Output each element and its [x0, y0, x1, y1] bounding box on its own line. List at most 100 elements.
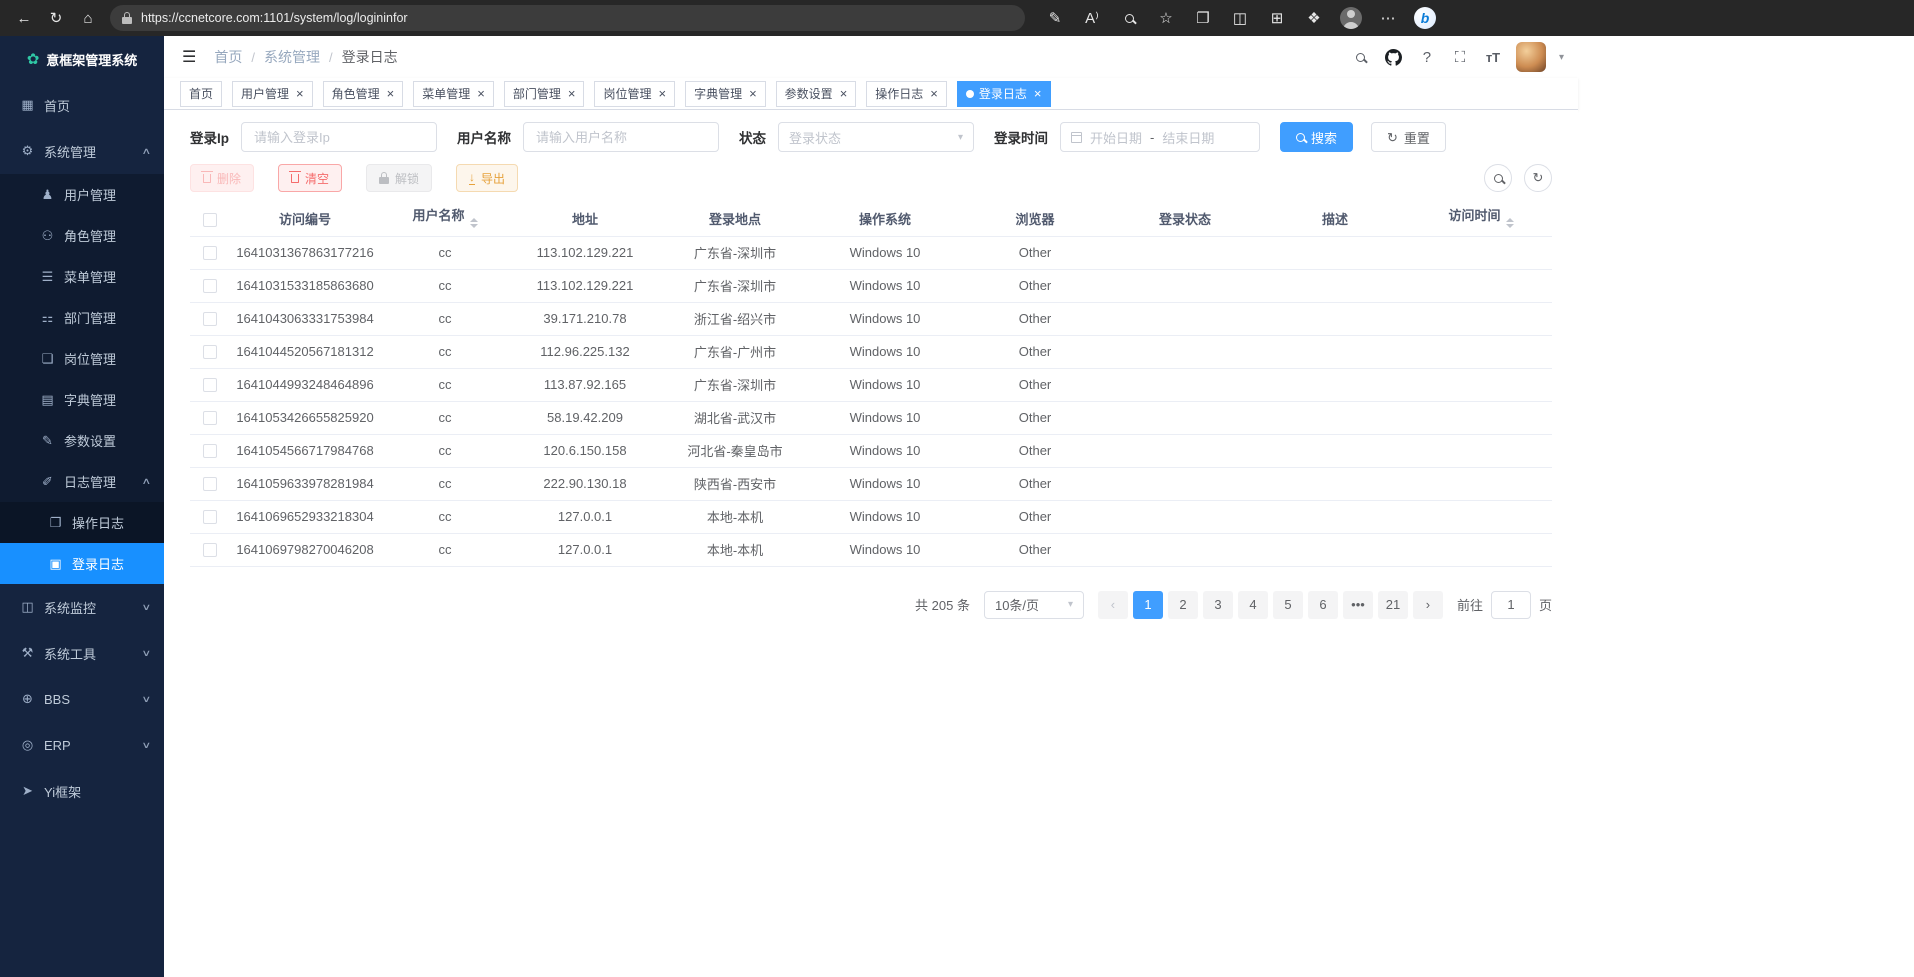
sidebar-item-erp[interactable]: ◎ ERP ∨ — [0, 722, 164, 768]
row-checkbox[interactable] — [203, 510, 217, 524]
tab-dictionary-management[interactable]: 字典管理× — [685, 81, 766, 107]
sidebar-item-departments[interactable]: ⚏ 部门管理 — [0, 297, 164, 338]
back-button[interactable]: ← — [8, 3, 40, 33]
sidebar-item-roles[interactable]: ⚇ 角色管理 — [0, 215, 164, 256]
close-icon[interactable]: × — [1034, 87, 1042, 100]
user-name-input[interactable] — [523, 122, 719, 152]
login-ip-input[interactable] — [241, 122, 437, 152]
page-button-2[interactable]: 2 — [1168, 591, 1198, 619]
table-row[interactable]: 1641053426655825920 cc 58.19.42.209 湖北省-… — [190, 401, 1552, 434]
tab-home[interactable]: 首页 — [180, 81, 222, 107]
table-row[interactable]: 1641043063331753984 cc 39.171.210.78 浙江省… — [190, 302, 1552, 335]
row-checkbox[interactable] — [203, 312, 217, 326]
font-size-icon[interactable]: тT — [1483, 46, 1503, 68]
login-time-range-picker[interactable]: 开始日期 - 结束日期 — [1060, 122, 1260, 152]
more-pages-button[interactable]: ••• — [1343, 591, 1373, 619]
favorites-bar-button[interactable]: ⊞ — [1261, 3, 1293, 33]
sidebar-item-tools[interactable]: ⚒ 系统工具 ∨ — [0, 630, 164, 676]
page-size-select[interactable]: 10条/页 ▾ — [984, 591, 1084, 619]
extensions-button[interactable]: ❖ — [1298, 3, 1330, 33]
row-checkbox[interactable] — [203, 444, 217, 458]
sidebar-item-system[interactable]: ⚙ 系统管理 ∧ — [0, 128, 164, 174]
address-bar[interactable]: https://ccnetcore.com:1101/system/log/lo… — [110, 5, 1025, 31]
sidebar-item-users[interactable]: ♟ 用户管理 — [0, 174, 164, 215]
sort-icon[interactable] — [1506, 214, 1514, 232]
close-icon[interactable]: × — [749, 87, 757, 100]
unlock-button[interactable]: 解锁 — [366, 164, 432, 192]
table-row[interactable]: 1641031367863177216 cc 113.102.129.221 广… — [190, 236, 1552, 269]
copilot-icon[interactable]: b — [1414, 7, 1436, 29]
sidebar-item-home[interactable]: ▦ 首页 — [0, 82, 164, 128]
sidebar-item-bbs[interactable]: ⊕ BBS ∨ — [0, 676, 164, 722]
help-icon[interactable]: ? — [1417, 46, 1437, 68]
breadcrumb-home[interactable]: 首页 — [214, 47, 242, 67]
tab-operation-log[interactable]: 操作日志× — [866, 81, 947, 107]
sidebar-item-yi-framework[interactable]: ➤ Yi框架 — [0, 768, 164, 814]
reset-button[interactable]: ↻ 重置 — [1371, 122, 1446, 152]
sidebar-item-operation-log[interactable]: ❐ 操作日志 — [0, 502, 164, 543]
row-checkbox[interactable] — [203, 345, 217, 359]
zoom-button[interactable] — [1113, 3, 1145, 33]
table-row[interactable]: 1641054566717984768 cc 120.6.150.158 河北省… — [190, 434, 1552, 467]
row-checkbox[interactable] — [203, 477, 217, 491]
tab-department-management[interactable]: 部门管理× — [504, 81, 585, 107]
browser-menu-button[interactable]: ⋯ — [1372, 3, 1404, 33]
prev-page-button[interactable]: ‹ — [1098, 591, 1128, 619]
row-checkbox[interactable] — [203, 543, 217, 557]
github-icon[interactable] — [1384, 46, 1404, 68]
close-icon[interactable]: × — [568, 87, 576, 100]
hamburger-icon[interactable]: ☰ — [178, 47, 200, 67]
sidebar-item-posts[interactable]: ❏ 岗位管理 — [0, 338, 164, 379]
sidebar-item-monitor[interactable]: ◫ 系统监控 ∨ — [0, 584, 164, 630]
page-button-last[interactable]: 21 — [1378, 591, 1408, 619]
sidebar-item-log-management[interactable]: ✐ 日志管理 ∧ — [0, 461, 164, 502]
close-icon[interactable]: × — [296, 87, 304, 100]
page-button-6[interactable]: 6 — [1308, 591, 1338, 619]
clear-button[interactable]: 清空 — [278, 164, 342, 192]
table-row[interactable]: 1641044993248464896 cc 113.87.92.165 广东省… — [190, 368, 1552, 401]
browser-profile-avatar[interactable] — [1340, 7, 1362, 29]
page-button-5[interactable]: 5 — [1273, 591, 1303, 619]
sidebar-item-menus[interactable]: ☰ 菜单管理 — [0, 256, 164, 297]
column-user-name[interactable]: 用户名称 — [380, 202, 510, 236]
sidebar-item-parameters[interactable]: ✎ 参数设置 — [0, 420, 164, 461]
status-select[interactable]: 登录状态 ▾ — [778, 122, 974, 152]
close-icon[interactable]: × — [930, 87, 938, 100]
tab-menu-management[interactable]: 菜单管理× — [413, 81, 494, 107]
sort-icon[interactable] — [470, 214, 478, 232]
table-row[interactable]: 1641069798270046208 cc 127.0.0.1 本地-本机 W… — [190, 533, 1552, 566]
row-checkbox[interactable] — [203, 279, 217, 293]
close-icon[interactable]: × — [477, 87, 485, 100]
close-icon[interactable]: × — [658, 87, 666, 100]
collections-button[interactable]: ❐ — [1187, 3, 1219, 33]
show-search-button[interactable] — [1484, 164, 1512, 192]
tab-parameter-settings[interactable]: 参数设置× — [776, 81, 857, 107]
table-row[interactable]: 1641031533185863680 cc 113.102.129.221 广… — [190, 269, 1552, 302]
sidebar-item-dictionary[interactable]: ▤ 字典管理 — [0, 379, 164, 420]
export-button[interactable]: ↓ 导出 — [456, 164, 518, 192]
row-checkbox[interactable] — [203, 411, 217, 425]
delete-button[interactable]: 删除 — [190, 164, 254, 192]
page-button-3[interactable]: 3 — [1203, 591, 1233, 619]
tab-role-management[interactable]: 角色管理× — [323, 81, 404, 107]
browser-home-button[interactable]: ⌂ — [72, 3, 104, 33]
tab-post-management[interactable]: 岗位管理× — [594, 81, 675, 107]
favorites-button[interactable]: ☆ — [1150, 3, 1182, 33]
page-button-1[interactable]: 1 — [1133, 591, 1163, 619]
close-icon[interactable]: × — [840, 87, 848, 100]
reload-button[interactable]: ↻ — [40, 3, 72, 33]
column-visit-time[interactable]: 访问时间 — [1410, 202, 1552, 236]
row-checkbox[interactable] — [203, 246, 217, 260]
table-row[interactable]: 1641059633978281984 cc 222.90.130.18 陕西省… — [190, 467, 1552, 500]
select-all-checkbox[interactable] — [203, 213, 217, 227]
row-checkbox[interactable] — [203, 378, 217, 392]
close-icon[interactable]: × — [387, 87, 395, 100]
tab-user-management[interactable]: 用户管理× — [232, 81, 313, 107]
page-button-4[interactable]: 4 — [1238, 591, 1268, 619]
goto-page-input[interactable] — [1491, 591, 1531, 619]
table-row[interactable]: 1641044520567181312 cc 112.96.225.132 广东… — [190, 335, 1552, 368]
fullscreen-icon[interactable]: ⛶ — [1450, 46, 1470, 68]
next-page-button[interactable]: › — [1413, 591, 1443, 619]
refresh-table-button[interactable]: ↻ — [1524, 164, 1552, 192]
search-button[interactable]: 搜索 — [1280, 122, 1353, 152]
